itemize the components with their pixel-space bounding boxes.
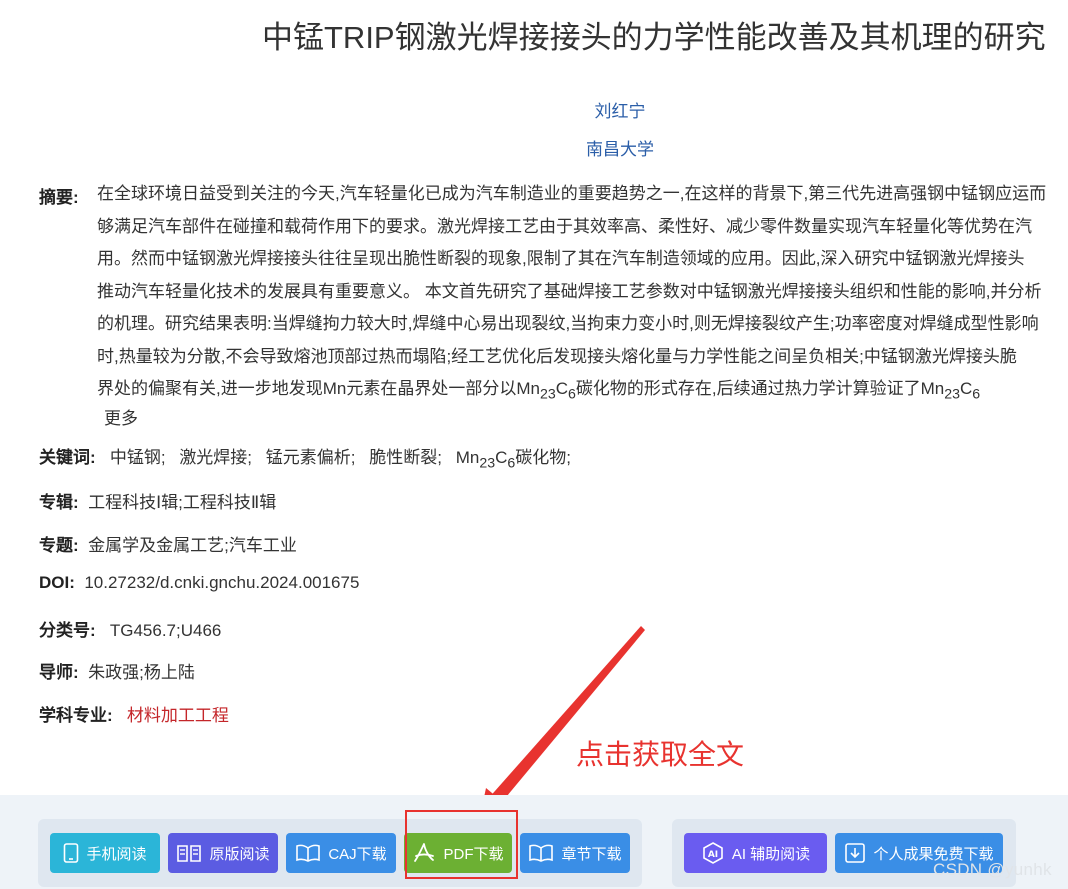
abstract-line: 在全球环境日益受到关注的今天,汽车轻量化已成为汽车制造业的重要趋势之一,在这样的… — [97, 184, 1047, 203]
keyword-link[interactable]: Mn23C6碳化物; — [456, 448, 571, 471]
caj-download-button[interactable]: CAJ下载 — [286, 833, 396, 873]
classno-value: TG456.7;U466 — [109, 621, 222, 640]
author-link[interactable]: 刘红宁 — [0, 97, 1068, 122]
doi-label: DOI: — [39, 573, 75, 592]
watermark: CSDN @yunhk — [933, 860, 1052, 879]
topic-label: 专题: — [39, 536, 79, 555]
keyword-link[interactable]: 脆性断裂; — [369, 448, 442, 467]
classno-row: 分类号: TG456.7;U466 — [39, 616, 221, 641]
doi-row: DOI: 10.27232/d.cnki.gnchu.2024.001675 — [39, 573, 359, 593]
chapter-download-button[interactable]: 章节下载 — [520, 833, 630, 873]
phone-icon — [64, 843, 79, 863]
advisor-value: 朱政强;杨上陆 — [88, 663, 195, 682]
mobile-read-label: 手机阅读 — [86, 845, 147, 863]
album-value: 工程科技Ⅰ辑;工程科技Ⅱ辑 — [88, 493, 277, 512]
annotation-text: 点击获取全文 — [576, 739, 745, 770]
keyword-link[interactable]: 锰元素偏析; — [266, 448, 356, 467]
download-icon — [845, 843, 866, 863]
album-row: 专辑: 工程科技Ⅰ辑;工程科技Ⅱ辑 — [39, 488, 276, 513]
keywords-label: 关键词: — [39, 448, 96, 467]
abstract-line: 用。然而中锰钢激光焊接接头往往呈现出脆性断裂的现象,限制了其在汽车制造领域的应用… — [97, 249, 1025, 268]
advisor-row: 导师: 朱政强;杨上陆 — [39, 658, 195, 683]
original-read-label: 原版阅读 — [209, 845, 270, 863]
organization-link[interactable]: 南昌大学 — [0, 135, 1068, 160]
pdf-highlight-box — [405, 810, 518, 879]
keyword-link[interactable]: 中锰钢; — [110, 448, 166, 467]
topic-row: 专题: 金属学及金属工艺;汽车工业 — [39, 531, 297, 556]
topic-value: 金属学及金属工艺;汽车工业 — [88, 536, 297, 555]
abstract-line: 的机理。研究结果表明:当焊缝拘力较大时,焊缝中心易出现裂纹,当拘束力变小时,则无… — [97, 314, 1039, 333]
classno-label: 分类号: — [39, 621, 96, 640]
abstract-line: 界处的偏聚有关,进一步地发现Mn元素在晶界处一部分以Mn23C6碳化物的形式存在… — [97, 379, 981, 403]
keyword-link[interactable]: 激光焊接; — [179, 448, 252, 467]
ai-assist-button[interactable]: AI AI 辅助阅读 — [684, 833, 827, 873]
original-read-button[interactable]: 原版阅读 — [168, 833, 278, 873]
abstract-line: 时,热量较为分散,不会导致熔池顶部过热而塌陷;经工艺优化后发现接头熔化量与力学性… — [97, 346, 1017, 366]
abstract-line: 推动汽车轻量化技术的发展具有重要意义。 本文首先研究了基础焊接工艺参数对中锰钢激… — [97, 281, 1042, 301]
more-link[interactable]: 更多 — [104, 404, 138, 429]
ai-icon: AI — [703, 842, 723, 864]
advisor-label: 导师: — [39, 663, 79, 682]
abstract-line: 够满足汽车部件在碰撞和载荷作用下的要求。激光焊接工艺由于其效率高、柔性好、减少零… — [97, 216, 1032, 236]
doi-value: 10.27232/d.cnki.gnchu.2024.001675 — [84, 573, 360, 592]
ai-assist-label: AI 辅助阅读 — [731, 845, 811, 863]
book-icon — [177, 845, 202, 862]
open-book-icon — [529, 844, 554, 862]
keywords-row: 关键词: 中锰钢; 激光焊接; 锰元素偏析; 脆性断裂; Mn23C6碳化物; — [39, 443, 580, 471]
mobile-read-button[interactable]: 手机阅读 — [50, 833, 160, 873]
svg-text:AI: AI — [708, 850, 718, 860]
chapter-download-label: 章节下载 — [561, 845, 622, 863]
abstract-label: 摘要: — [39, 188, 79, 207]
major-row: 学科专业: 材料加工工程 — [39, 701, 229, 726]
major-label: 学科专业: — [39, 706, 113, 725]
paper-title: 中锰TRIP钢激光焊接接头的力学性能改善及其机理的研究 — [262, 20, 1046, 55]
open-book-icon — [296, 844, 321, 862]
abstract-text: 在全球环境日益受到关注的今天,汽车轻量化已成为汽车制造业的重要趋势之一,在这样的… — [97, 178, 1068, 406]
caj-download-label: CAJ下载 — [328, 845, 387, 863]
major-link[interactable]: 材料加工工程 — [127, 706, 229, 725]
album-label: 专辑: — [39, 493, 79, 512]
